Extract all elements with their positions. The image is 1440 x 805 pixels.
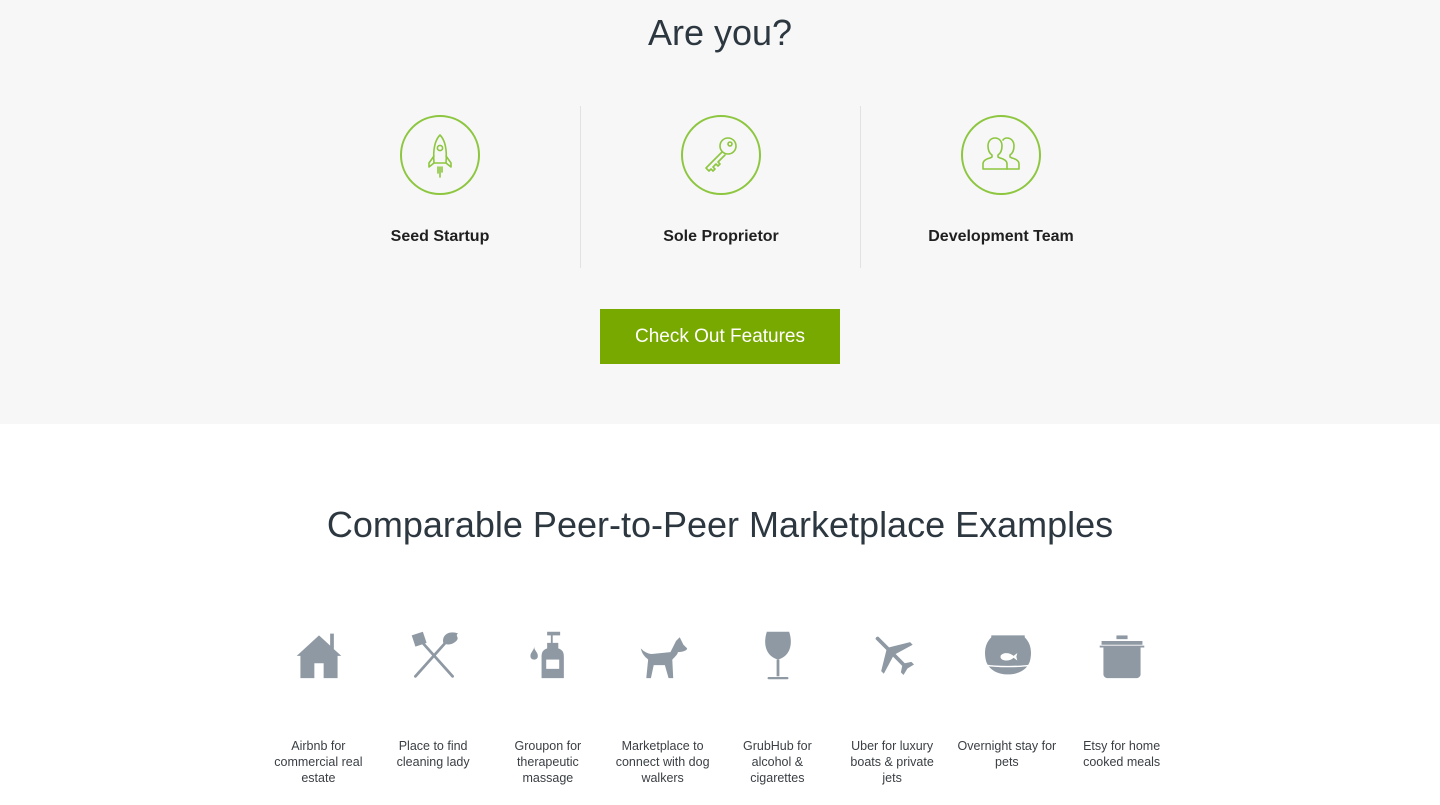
rocket-icon [400,115,480,195]
examples-list: Airbnb for commercial real estate Place … [261,620,1179,800]
example-item: Uber for luxury boats & private jets [835,620,950,800]
broom-icon [408,624,460,684]
airplane-icon [867,624,919,684]
are-you-section: Are you? Seed Startup Sole Proprietor De… [0,0,1440,424]
check-out-features-button[interactable]: Check Out Features [600,309,840,364]
persona-development-team: Development Team [860,106,1140,268]
cooking-pot-icon [1096,624,1148,684]
example-label: Overnight stay for pets [957,739,1057,769]
example-item: GrubHub for alcohol & cigarettes [720,620,835,800]
example-label: Marketplace to connect with dog walkers [615,739,710,785]
example-item: Groupon for therapeutic massage [491,620,606,800]
lotion-bottle-icon [523,624,575,684]
example-label: Etsy for home cooked meals [1083,739,1161,769]
example-label: Groupon for therapeutic massage [514,739,582,785]
example-label: Airbnb for commercial real estate [274,739,363,785]
example-label: Place to find cleaning lady [396,739,470,769]
persona-sole-proprietor: Sole Proprietor [580,106,860,268]
example-item: Marketplace to connect with dog walkers [605,620,720,800]
persona-list: Seed Startup Sole Proprietor Development… [300,106,1140,268]
persona-label: Seed Startup [390,228,490,245]
wine-glass-icon [752,624,804,684]
fishbowl-icon [982,624,1034,684]
are-you-heading: Are you? [647,12,793,53]
persona-label: Sole Proprietor [663,228,779,245]
example-item: Place to find cleaning lady [376,620,491,800]
key-icon [681,115,761,195]
example-item: Airbnb for commercial real estate [261,620,376,800]
team-icon [961,115,1041,195]
persona-label: Development Team [928,228,1074,245]
persona-seed-startup: Seed Startup [300,106,580,268]
examples-heading: Comparable Peer-to-Peer Marketplace Exam… [326,504,1114,545]
dog-icon [637,624,689,684]
example-item: Etsy for home cooked meals [1064,620,1179,800]
example-label: GrubHub for alcohol & cigarettes [742,739,812,785]
example-label: Uber for luxury boats & private jets [850,739,934,785]
house-icon [293,624,345,684]
example-item: Overnight stay for pets [950,620,1065,800]
